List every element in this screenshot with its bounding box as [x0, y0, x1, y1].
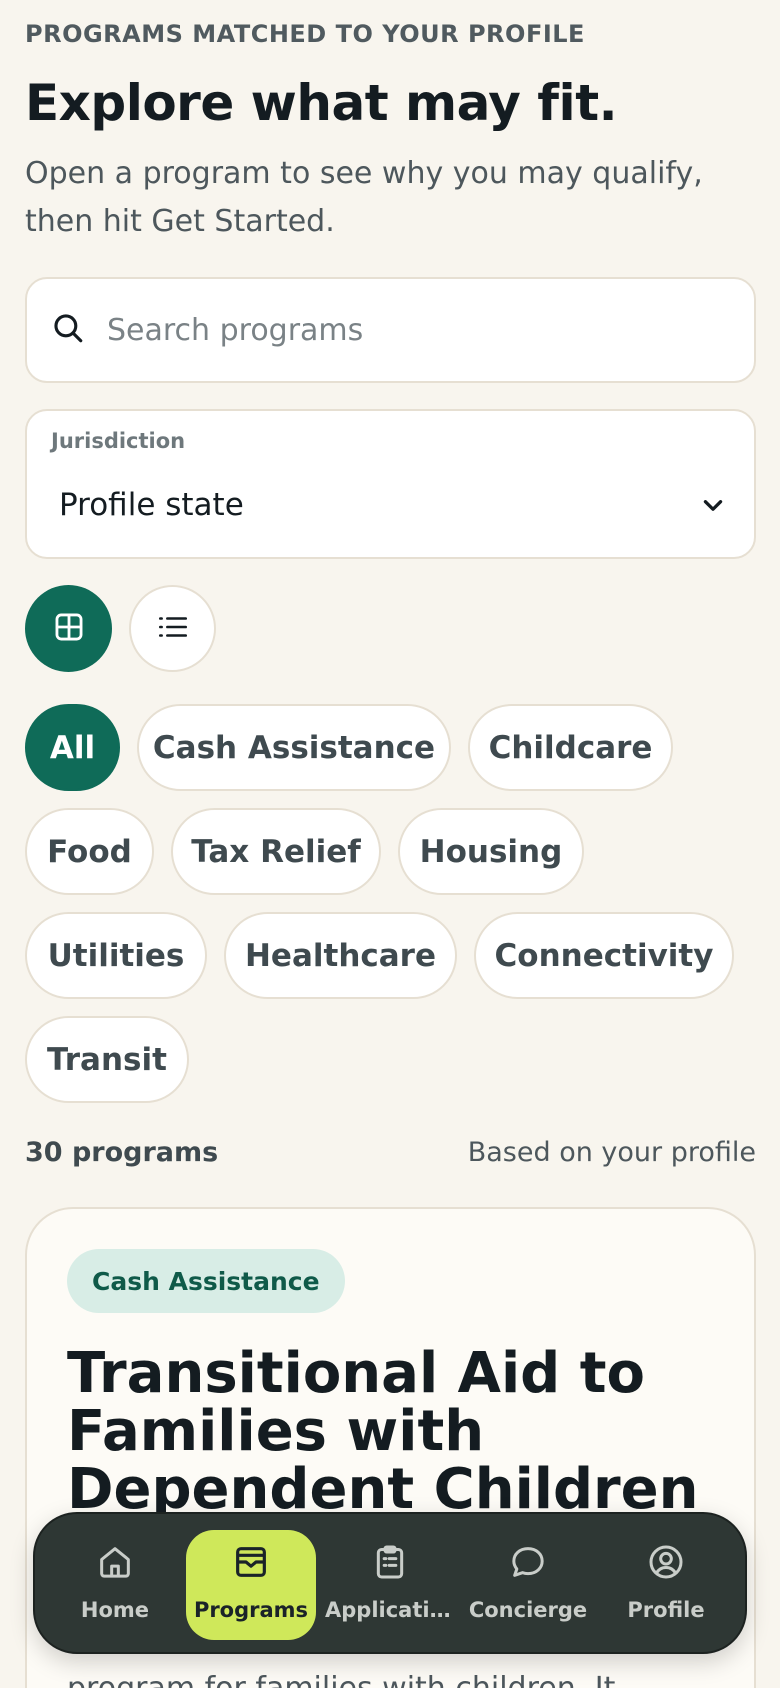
jurisdiction-select[interactable]: Jurisdiction Profile state — [25, 409, 756, 559]
nav-item-profile[interactable]: Profile — [601, 1530, 731, 1640]
programs-icon — [231, 1542, 271, 1586]
filter-chip-food[interactable]: Food — [25, 808, 154, 895]
page-eyebrow: PROGRAMS MATCHED TO YOUR PROFILE — [25, 20, 585, 48]
clipboard-icon — [370, 1542, 410, 1586]
filter-chip-healthcare[interactable]: Healthcare — [224, 912, 457, 999]
search-input[interactable] — [107, 312, 707, 348]
list-icon — [156, 610, 190, 648]
filter-chip-housing[interactable]: Housing — [398, 808, 584, 895]
chat-icon — [508, 1542, 548, 1586]
search-icon — [51, 311, 85, 349]
profile-icon — [646, 1542, 686, 1586]
grid-view-button[interactable] — [25, 585, 112, 672]
jurisdiction-value: Profile state — [59, 487, 244, 523]
filter-chip-connectivity[interactable]: Connectivity — [474, 912, 734, 999]
nav-label-programs: Programs — [193, 1598, 309, 1622]
list-view-button[interactable] — [129, 585, 216, 672]
category-badge: Cash Assistance — [67, 1249, 345, 1313]
bottom-nav: Home Programs Applicatio... Concierge Pr… — [33, 1512, 747, 1654]
nav-label-home: Home — [80, 1598, 150, 1622]
page-subtitle: Open a program to see why you may qualif… — [25, 156, 703, 239]
filter-chip-utilities[interactable]: Utilities — [25, 912, 207, 999]
filter-chip-all[interactable]: All — [25, 704, 120, 791]
nav-label-concierge: Concierge — [468, 1598, 588, 1622]
nav-label-applications: Applicatio... — [325, 1598, 455, 1622]
nav-item-programs[interactable]: Programs — [186, 1530, 316, 1640]
nav-item-concierge[interactable]: Concierge — [463, 1530, 593, 1640]
nav-item-applications[interactable]: Applicatio... — [325, 1530, 455, 1640]
filter-chip-transit[interactable]: Transit — [25, 1016, 189, 1103]
filter-chip-tax-relief[interactable]: Tax Relief — [171, 808, 381, 895]
nav-item-home[interactable]: Home — [50, 1530, 180, 1640]
filter-chip-cash-assistance[interactable]: Cash Assistance — [137, 704, 451, 791]
home-icon — [95, 1542, 135, 1586]
page-title: Explore what may fit. — [25, 74, 618, 132]
chevron-down-icon — [700, 493, 726, 519]
search-box[interactable] — [25, 277, 756, 383]
grid-icon — [52, 610, 86, 648]
results-count: 30 programs — [25, 1137, 219, 1168]
nav-label-profile: Profile — [627, 1598, 705, 1622]
program-title: Transitional Aid to Families with Depend… — [67, 1341, 699, 1522]
filter-chip-childcare[interactable]: Childcare — [468, 704, 673, 791]
results-basis: Based on your profile — [467, 1137, 756, 1168]
jurisdiction-label: Jurisdiction — [51, 429, 186, 453]
